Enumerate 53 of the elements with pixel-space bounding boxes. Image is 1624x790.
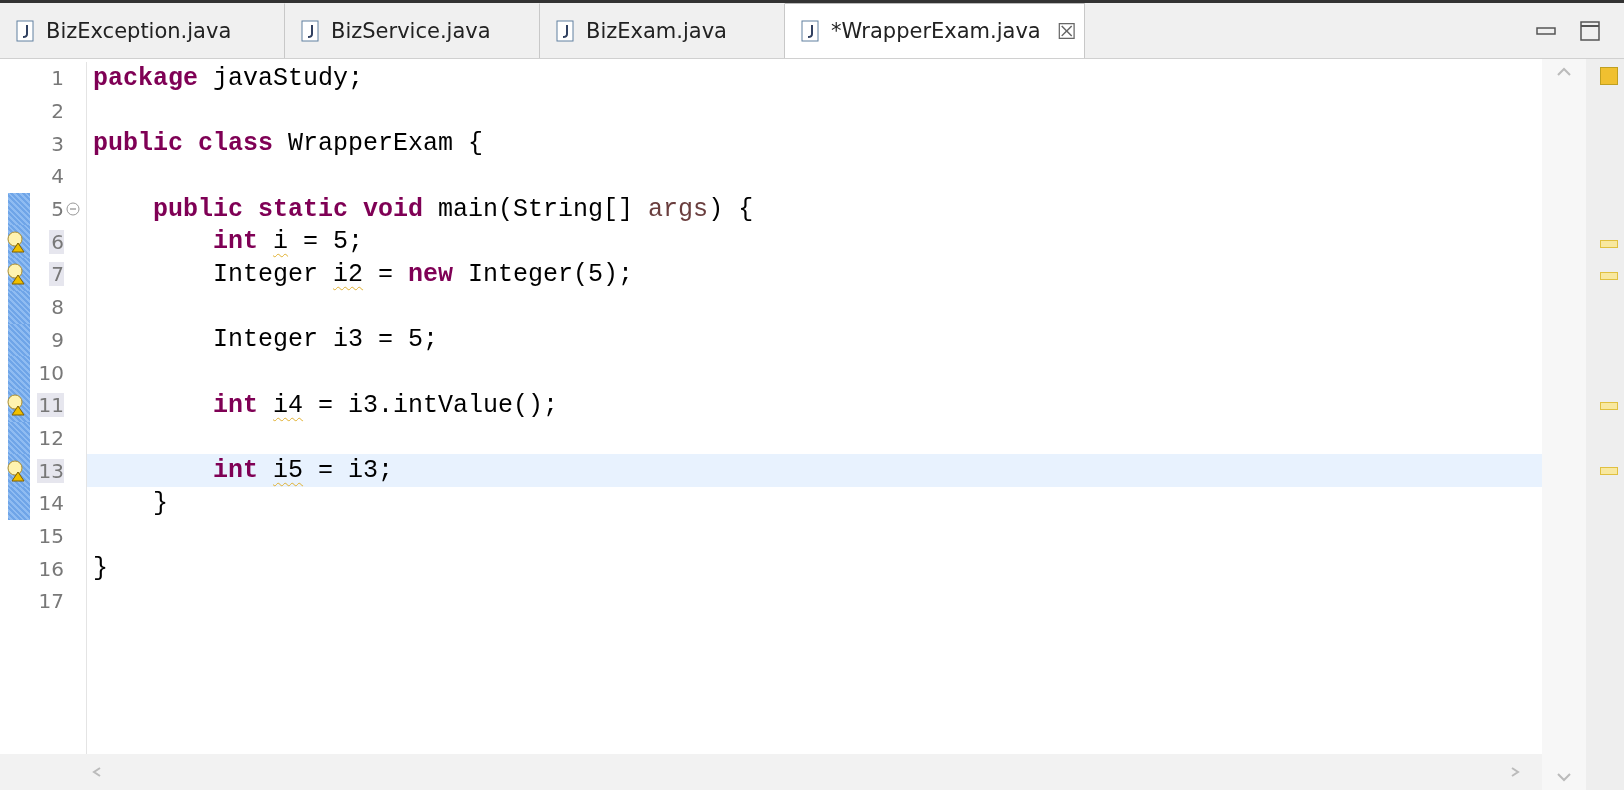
warning-marker[interactable] <box>1600 401 1618 410</box>
line-number: 7 <box>49 262 64 287</box>
editor-tab[interactable]: *WrapperExam.java ☒ <box>785 3 1085 58</box>
minimize-icon[interactable] <box>1536 26 1556 35</box>
line-number: 4 <box>50 164 64 189</box>
code-line: } <box>152 488 168 518</box>
line-number: 17 <box>37 589 64 614</box>
java-file-icon <box>16 20 34 42</box>
change-bar <box>8 323 30 357</box>
warning-lightbulb-icon <box>6 230 28 253</box>
change-bar <box>8 356 30 389</box>
line-number: 9 <box>50 327 64 352</box>
line-number: 2 <box>50 99 64 124</box>
code-line: int i5 = i3; <box>212 456 394 486</box>
warning-summary-icon <box>1600 67 1618 85</box>
java-file-icon <box>556 20 574 42</box>
line-number: 15 <box>37 523 64 548</box>
code-line: int i4 = i3.intValue(); <box>212 390 559 420</box>
java-file-icon <box>301 20 319 42</box>
line-number: 6 <box>49 229 64 254</box>
line-number: 8 <box>50 295 64 320</box>
maximize-icon[interactable] <box>1580 20 1600 41</box>
line-number: 11 <box>36 393 64 418</box>
code-line: public class WrapperExam { <box>93 129 484 159</box>
code-line: Integer i3 = 5; <box>212 325 439 355</box>
code-line: int i = 5; <box>212 227 364 257</box>
warning-marker[interactable] <box>1600 466 1618 475</box>
scroll-up-icon[interactable] <box>1556 67 1572 77</box>
line-number: 14 <box>37 491 64 516</box>
line-number: 16 <box>37 556 64 581</box>
warning-lightbulb-icon <box>6 459 28 482</box>
code-line: package javaStudy; <box>93 63 364 93</box>
code-line: Integer i2 = new Integer(5); <box>212 259 634 289</box>
change-bar <box>8 486 30 520</box>
line-number: 10 <box>37 360 64 385</box>
warning-lightbulb-icon <box>6 263 28 286</box>
warning-marker[interactable] <box>1600 272 1618 281</box>
collapse-icon[interactable] <box>66 202 80 217</box>
change-bar <box>8 421 30 455</box>
change-bar <box>8 192 30 226</box>
warning-lightbulb-icon <box>6 394 28 417</box>
line-number: 13 <box>36 458 64 483</box>
close-icon[interactable]: ☒ <box>1056 18 1077 44</box>
code-line: } <box>93 554 108 584</box>
line-number: 12 <box>37 425 64 450</box>
java-file-icon <box>801 20 819 42</box>
warning-marker[interactable] <box>1600 240 1618 249</box>
line-number: 1 <box>50 66 64 91</box>
code-line: public static void main(String[] args) { <box>152 194 754 224</box>
line-number: 5 <box>50 197 64 222</box>
scroll-down-icon[interactable] <box>1556 772 1572 782</box>
change-bar <box>8 290 30 324</box>
line-number: 3 <box>50 131 64 156</box>
